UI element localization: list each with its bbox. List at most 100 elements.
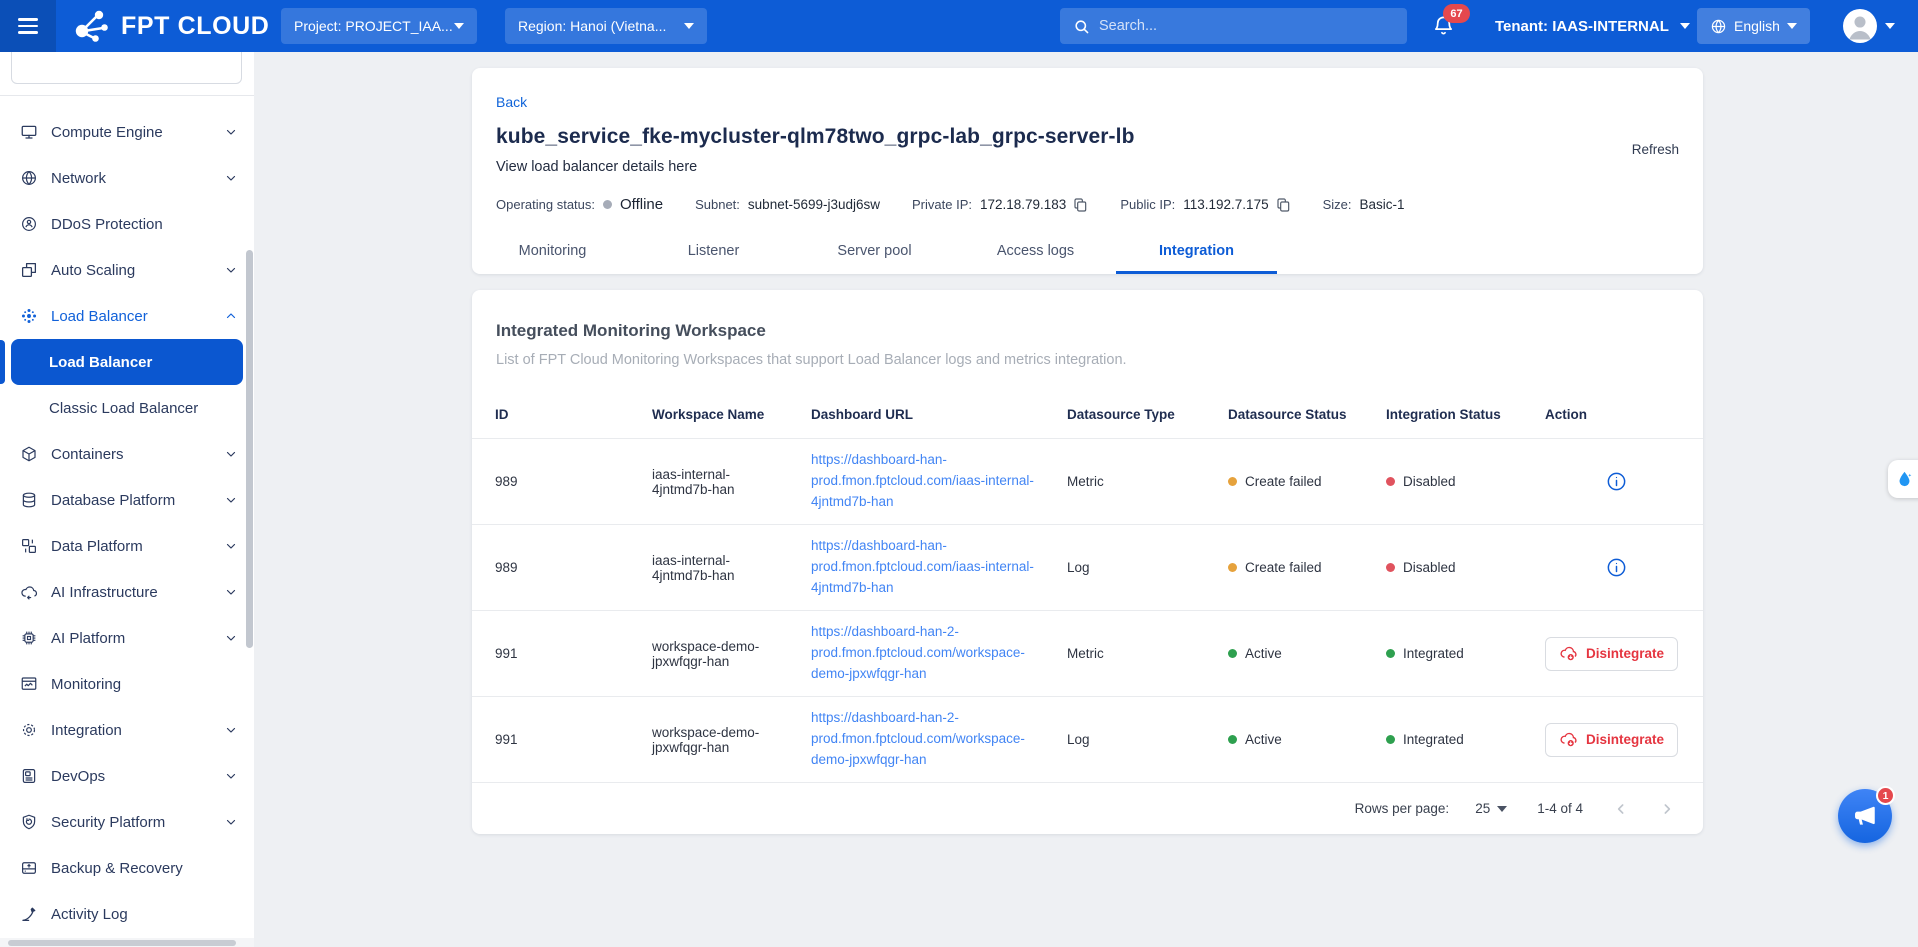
- cell-datasource-type: Log: [1067, 560, 1228, 575]
- integration-status-label: Integrated: [1403, 732, 1464, 747]
- copy-icon[interactable]: [1072, 197, 1088, 213]
- integrated-workspace-card: Integrated Monitoring Workspace List of …: [472, 290, 1703, 834]
- status-dot: [1228, 735, 1237, 744]
- support-droplet-widget[interactable]: [1888, 460, 1918, 498]
- disintegrate-button[interactable]: Disintegrate: [1545, 637, 1678, 671]
- project-selector[interactable]: Project: PROJECT_IAA...: [281, 8, 477, 44]
- sidebar-item-devops[interactable]: DevOps: [11, 753, 243, 799]
- sidebar-item-ddos-protection[interactable]: DDoS Protection: [11, 201, 243, 247]
- sidebar-item-ai-platform[interactable]: AI Platform: [11, 615, 243, 661]
- search-input[interactable]: [1099, 18, 1394, 34]
- sidebar-item-ai-infrastructure[interactable]: AI Infrastructure: [11, 569, 243, 615]
- sidebar-item-security-platform[interactable]: Security Platform: [11, 799, 243, 845]
- announcements-fab[interactable]: 1: [1838, 789, 1892, 843]
- col-dashboard-url: Dashboard URL: [811, 407, 1067, 422]
- tab-access-logs[interactable]: Access logs: [955, 230, 1116, 274]
- sidebar-item-label: Compute Engine: [51, 124, 225, 141]
- logo-text: FPT CLOUD: [121, 12, 269, 41]
- prev-page-button[interactable]: [1613, 801, 1629, 817]
- view-details-text[interactable]: View load balancer details here: [496, 159, 1679, 175]
- rows-per-page-label: Rows per page:: [1355, 801, 1450, 816]
- back-link[interactable]: Back: [496, 94, 527, 110]
- refresh-button[interactable]: Refresh: [1632, 142, 1679, 157]
- size-value: Basic-1: [1360, 197, 1405, 212]
- cell-datasource-type: Log: [1067, 732, 1228, 747]
- integration-status-label: Disabled: [1403, 474, 1456, 489]
- chevron-down-icon: [225, 448, 237, 460]
- dashboard-url-link[interactable]: https://dashboard-han-prod.fmon.fptcloud…: [811, 450, 1041, 513]
- sidebar-item-label: Auto Scaling: [51, 262, 225, 279]
- sidebar-item-data-platform[interactable]: Data Platform: [11, 523, 243, 569]
- next-page-button[interactable]: [1659, 801, 1675, 817]
- hamburger-menu-button[interactable]: [0, 0, 56, 52]
- size-label: Size:: [1323, 197, 1352, 212]
- sidebar-item-backup-recovery[interactable]: Backup & Recovery: [11, 845, 243, 891]
- sidebar-item-label: Security Platform: [51, 814, 225, 831]
- language-selector[interactable]: English: [1697, 8, 1810, 44]
- sidebar-search-box[interactable]: [11, 52, 242, 84]
- disintegrate-button[interactable]: Disintegrate: [1545, 723, 1678, 757]
- cell-workspace-name: workspace-demo-jpxwfqgr-han: [652, 639, 811, 669]
- region-label: Region: Hanoi (Vietna...: [518, 18, 684, 34]
- status-summary-row: Operating status: Offline Subnet: subnet…: [496, 196, 1679, 213]
- tab-integration[interactable]: Integration: [1116, 230, 1277, 274]
- info-icon[interactable]: [1606, 557, 1627, 578]
- avatar: [1843, 9, 1877, 43]
- sidebar-item-load-balancer[interactable]: Load Balancer: [11, 293, 243, 339]
- sidebar-subitem-classic-load-balancer[interactable]: Classic Load Balancer: [11, 385, 243, 431]
- monitor-icon: [20, 123, 38, 141]
- sidebar-item-label: Data Platform: [51, 538, 225, 555]
- tab-server-pool[interactable]: Server pool: [794, 230, 955, 274]
- status-dot: [603, 200, 612, 209]
- table-row: 989 iaas-internal-4jntmd7b-han https://d…: [472, 524, 1703, 610]
- activity-pen-icon: [20, 905, 38, 923]
- sidebar: Compute Engine NetworkDDoS Protection Auto…: [0, 52, 254, 947]
- rows-per-page-select[interactable]: 25: [1475, 801, 1507, 816]
- datasource-status-label: Active: [1245, 646, 1282, 661]
- status-dot: [1228, 477, 1237, 486]
- devops-book-icon: [20, 767, 38, 785]
- chevron-down-icon: [225, 494, 237, 506]
- cell-datasource-status: Active: [1228, 646, 1386, 661]
- pagination-range: 1-4 of 4: [1537, 801, 1583, 816]
- status-dot: [1228, 563, 1237, 572]
- sidebar-item-network[interactable]: Network: [11, 155, 243, 201]
- global-search: [1060, 8, 1407, 44]
- col-datasource-status: Datasource Status: [1228, 407, 1386, 422]
- copy-icon[interactable]: [1275, 197, 1291, 213]
- chevron-down-icon: [225, 540, 237, 552]
- sidebar-item-database-platform[interactable]: Database Platform: [11, 477, 243, 523]
- cell-datasource-status: Active: [1228, 732, 1386, 747]
- fpt-cloud-logo[interactable]: FPT CLOUD: [72, 0, 269, 52]
- sidebar-item-activity-log[interactable]: Activity Log: [11, 891, 243, 937]
- notification-count-badge[interactable]: 67: [1443, 4, 1470, 23]
- dashboard-url-link[interactable]: https://dashboard-han-2-prod.fmon.fptclo…: [811, 622, 1041, 685]
- chevron-down-icon: [225, 632, 237, 644]
- sidebar-item-auto-scaling[interactable]: Auto Scaling: [11, 247, 243, 293]
- globe-icon: [1710, 18, 1727, 35]
- sidebar-item-compute-engine[interactable]: Compute Engine: [11, 109, 243, 155]
- region-selector[interactable]: Region: Hanoi (Vietna...: [505, 8, 707, 44]
- integration-gear-icon: [20, 721, 38, 739]
- sidebar-vertical-scrollbar[interactable]: [246, 52, 253, 935]
- dashboard-url-link[interactable]: https://dashboard-han-prod.fmon.fptcloud…: [811, 536, 1041, 599]
- tenant-selector[interactable]: Tenant: IAAS-INTERNAL: [1495, 0, 1690, 52]
- sidebar-item-label: Classic Load Balancer: [49, 400, 243, 417]
- private-ip-label: Private IP:: [912, 197, 972, 212]
- user-menu[interactable]: [1843, 9, 1895, 43]
- cell-action: Disintegrate: [1545, 637, 1704, 671]
- tab-listener[interactable]: Listener: [633, 230, 794, 274]
- sidebar-item-label: Backup & Recovery: [51, 860, 243, 877]
- tab-monitoring[interactable]: Monitoring: [472, 230, 633, 274]
- info-icon[interactable]: [1606, 471, 1627, 492]
- ai-chip-icon: [20, 629, 38, 647]
- sidebar-subitem-load-balancer[interactable]: Load Balancer: [11, 339, 243, 385]
- sidebar-item-monitoring[interactable]: Monitoring: [11, 661, 243, 707]
- cloud-disintegrate-icon: [1559, 644, 1578, 663]
- backup-drive-icon: [20, 859, 38, 877]
- sidebar-item-containers[interactable]: Containers: [11, 431, 243, 477]
- dashboard-url-link[interactable]: https://dashboard-han-2-prod.fmon.fptclo…: [811, 708, 1041, 771]
- sidebar-item-integration[interactable]: Integration: [11, 707, 243, 753]
- sidebar-horizontal-scrollbar[interactable]: [0, 938, 254, 947]
- datasource-status-label: Create failed: [1245, 560, 1322, 575]
